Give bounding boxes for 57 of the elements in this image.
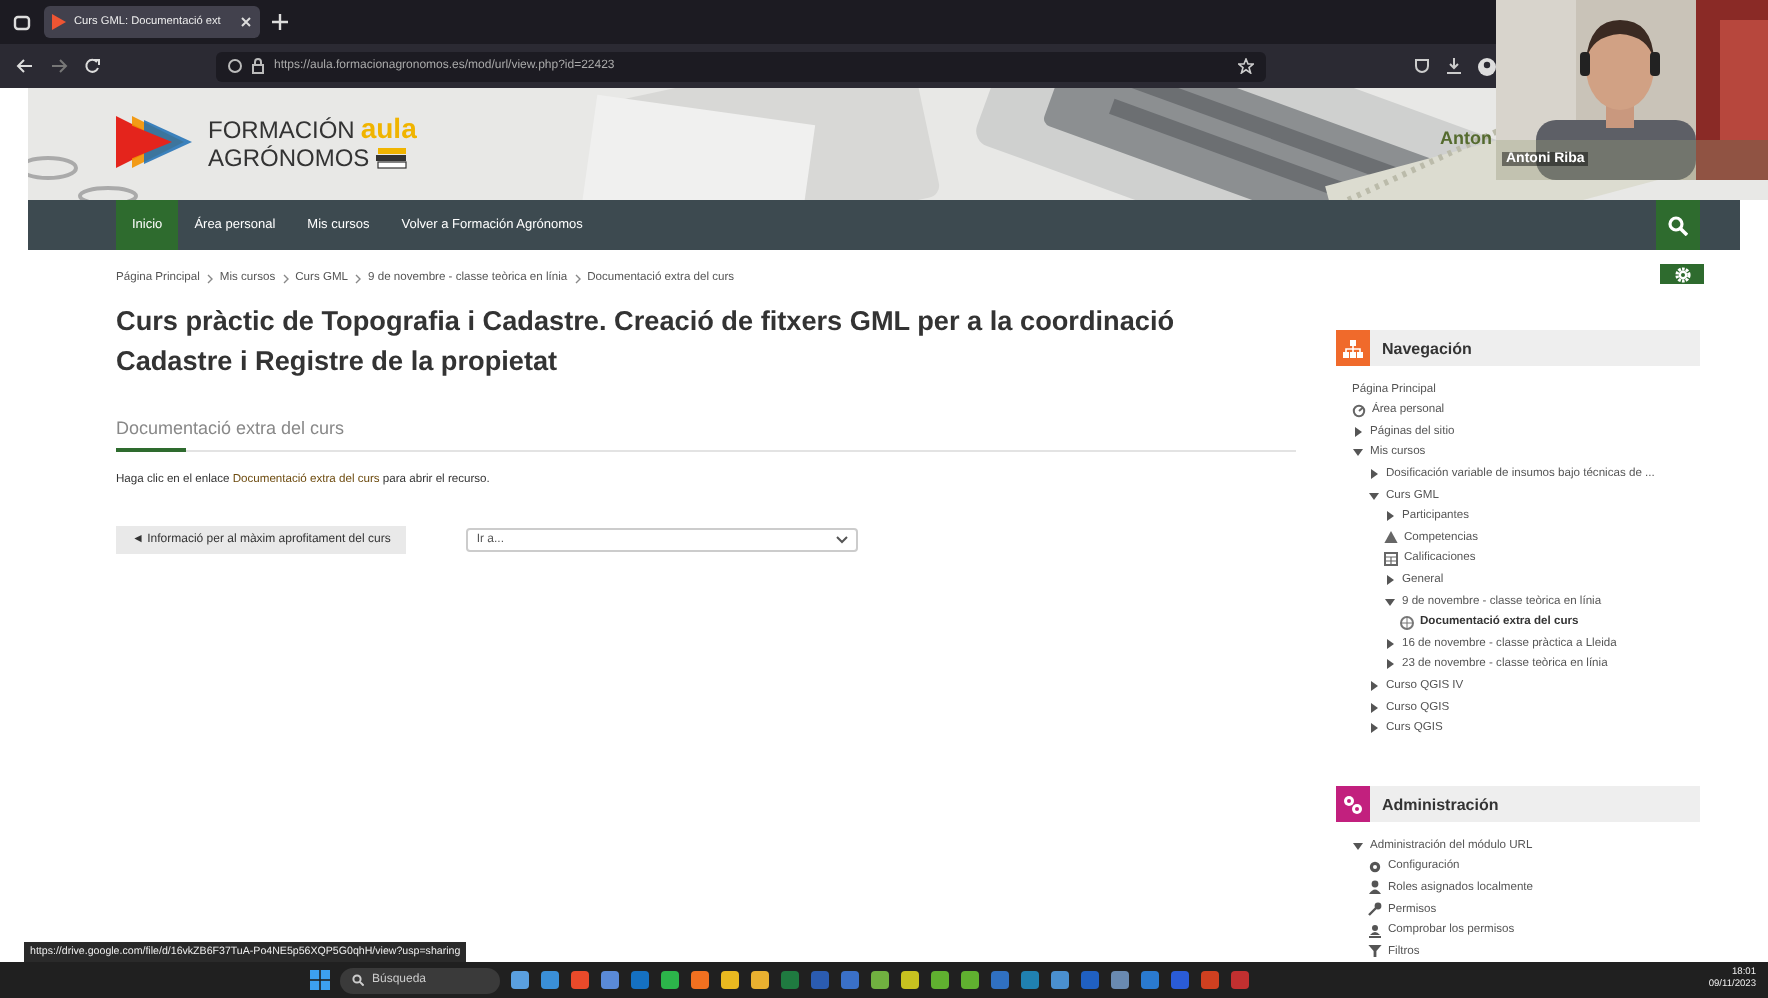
globe-icon [1400,615,1414,630]
caret-icon[interactable] [1384,573,1396,586]
chevron-icon [573,273,582,283]
section-tab[interactable]: Documentació extra del curs [116,418,345,438]
chevron-icon [281,273,290,283]
person-icon [1368,880,1382,895]
caret-icon[interactable] [1368,722,1380,735]
caret-icon[interactable] [1352,425,1364,438]
forward-icon[interactable] [50,58,68,74]
navigation-block-title: Navegación [1382,339,1472,358]
windows-icon[interactable] [310,970,330,990]
dashboard-icon [1352,403,1366,418]
tab-list-icon[interactable] [12,12,32,32]
chevron-icon [354,273,363,283]
caret-icon[interactable] [1384,658,1396,671]
caret-icon[interactable] [1368,489,1380,502]
pocket-icon[interactable] [1414,58,1430,74]
user-name[interactable]: Anton [1440,128,1492,148]
search-icon [352,974,364,986]
caret-icon[interactable] [1384,637,1396,650]
filter-icon [1368,944,1382,959]
logo-text: aula [360,113,417,141]
logo-icon [116,112,196,172]
hierarchy-icon [1336,330,1370,367]
table-icon [1384,551,1398,566]
caret-icon [836,536,849,544]
star-icon[interactable] [1238,58,1254,74]
chevron-icon [205,273,214,283]
triangle-icon [1384,530,1398,545]
caret-icon[interactable] [1368,468,1380,481]
logo-text: FORMACIÓN [208,115,355,143]
caret-icon[interactable] [1368,679,1380,692]
gears-icon [1336,786,1370,823]
administration-block-title: Administración [1382,795,1499,814]
lock-icon [252,58,264,74]
settings-icon [1673,265,1691,284]
books-icon [375,145,408,169]
page-title: Curs pràctic de Topografia i Cadastre. Creació de fitxers GML per a la coordinació Cadastre i Registre de la propietat [116,304,1177,380]
search-icon [1668,215,1688,235]
settings-button[interactable] [1660,264,1704,285]
caret-icon[interactable] [1368,701,1380,714]
triangle-icon [52,14,66,30]
logo-text: AGRÓNOMOS [208,143,370,171]
plus-icon[interactable] [272,14,288,30]
caret-icon[interactable] [1384,595,1396,608]
caret-icon[interactable] [1352,839,1364,852]
close-icon[interactable] [240,16,252,28]
person-icon [1368,923,1382,938]
reload-icon[interactable] [84,58,100,74]
caret-icon[interactable] [1352,446,1364,459]
search-button[interactable] [1656,200,1700,250]
download-icon[interactable] [1446,58,1462,74]
caret-icon[interactable] [1384,510,1396,523]
gear-icon [1368,859,1382,874]
account-icon[interactable] [1478,57,1496,75]
key-icon [1368,902,1382,917]
back-icon[interactable] [16,58,34,74]
